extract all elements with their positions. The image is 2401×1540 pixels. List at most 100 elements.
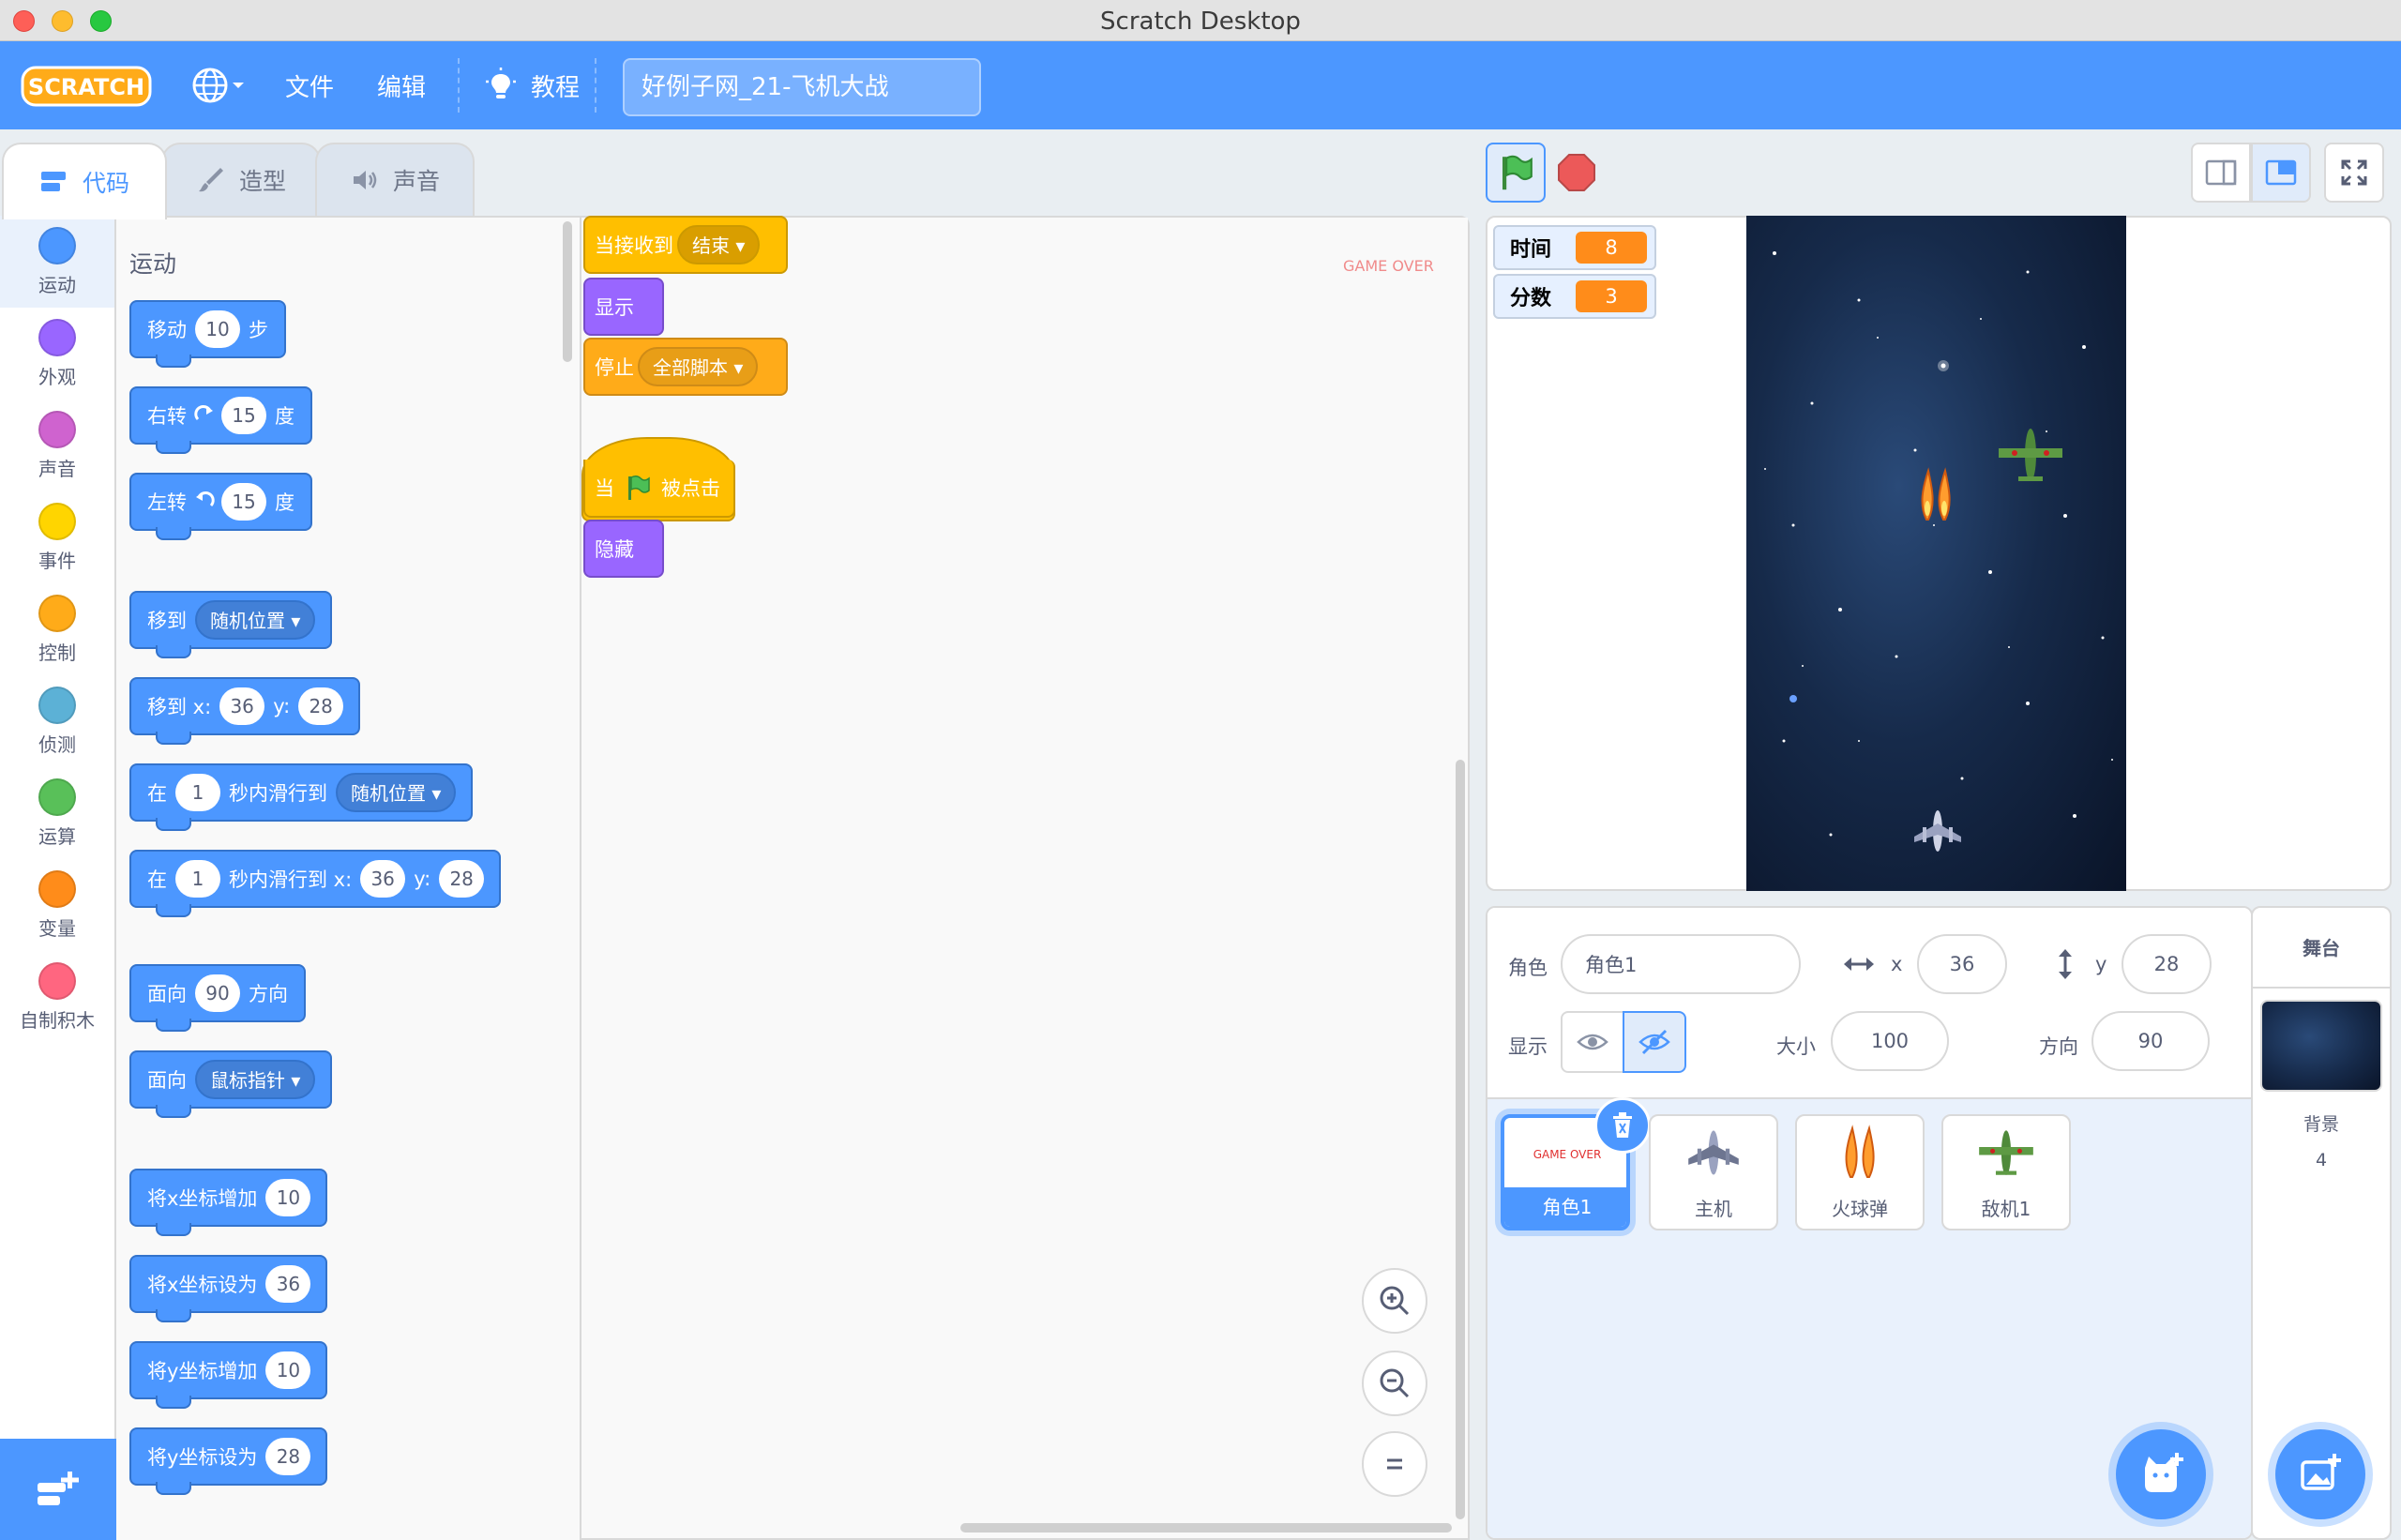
cat-add-icon — [2145, 1453, 2183, 1492]
change-x-input[interactable]: 10 — [265, 1179, 311, 1216]
block-text: 面向 — [147, 1069, 187, 1092]
x-input[interactable]: 36 — [1917, 934, 2007, 994]
green-flag-button[interactable] — [1486, 143, 1546, 203]
block-set-y[interactable]: 将y坐标设为 28 — [129, 1427, 328, 1495]
zoom-out-button[interactable] — [1362, 1351, 1427, 1416]
rotate-right-icon — [194, 405, 213, 421]
block-glide-to-xy[interactable]: 在 1 秒内滑行到 x: 36 y: 28 — [129, 850, 502, 917]
block-text: 将x坐标设为 — [147, 1274, 258, 1296]
category-my-blocks[interactable]: 自制积木 — [0, 951, 114, 1043]
glide-target-dropdown[interactable]: 随机位置 — [336, 773, 457, 812]
stop-button[interactable] — [1548, 143, 1606, 203]
category-sound[interactable]: 声音 — [0, 400, 114, 491]
size-input[interactable]: 100 — [1831, 1011, 1949, 1071]
script-when-flag-clicked[interactable]: 当 被点击 — [583, 460, 735, 518]
category-variables[interactable]: 变量 — [0, 859, 114, 951]
direction-input[interactable]: 90 — [195, 974, 240, 1012]
script-workspace[interactable] — [581, 218, 1468, 1538]
degrees-input[interactable]: 15 — [221, 397, 266, 434]
set-y-input[interactable]: 28 — [265, 1438, 311, 1475]
block-point-in-direction[interactable]: 面向 90 方向 — [129, 964, 306, 1032]
block-go-to[interactable]: 移到 随机位置 — [129, 591, 333, 658]
category-label: 外观 — [38, 366, 76, 388]
workspace-horizontal-scrollbar[interactable] — [960, 1523, 1452, 1532]
change-y-input[interactable]: 10 — [265, 1351, 311, 1389]
hide-sprite-button[interactable] — [1623, 1011, 1686, 1073]
script-show[interactable]: 显示 — [583, 278, 664, 336]
block-text: 步 — [249, 319, 268, 341]
script-when-i-receive[interactable]: 当接收到 结束 — [583, 216, 788, 274]
seconds-input[interactable]: 1 — [175, 774, 220, 811]
delete-sprite-button[interactable] — [1594, 1097, 1651, 1154]
tutorials-menu[interactable]: 教程 — [482, 41, 580, 129]
choose-sprite-button[interactable] — [2116, 1429, 2206, 1519]
block-turn-right[interactable]: 右转 15 度 — [129, 386, 312, 454]
block-move-steps[interactable]: 移动 10 步 — [129, 300, 286, 368]
small-stage-button[interactable] — [2191, 143, 2251, 203]
y-input[interactable]: 28 — [2122, 934, 2212, 994]
point-towards-dropdown[interactable]: 鼠标指针 — [195, 1060, 316, 1099]
tab-costumes-label: 造型 — [238, 168, 286, 195]
degrees-input[interactable]: 15 — [221, 483, 266, 521]
script-stop[interactable]: 停止 全部脚本 — [583, 338, 788, 396]
tab-costumes[interactable]: 造型 — [161, 143, 321, 216]
go-to-target-dropdown[interactable]: 随机位置 — [195, 600, 316, 640]
palette-scrollbar[interactable] — [563, 221, 572, 362]
message-dropdown[interactable]: 结束 — [677, 225, 761, 264]
stop-option-dropdown[interactable]: 全部脚本 — [638, 347, 759, 386]
backdrop-thumbnail[interactable] — [2260, 1000, 2382, 1092]
sprite-tile[interactable]: 主机 — [1649, 1114, 1778, 1230]
category-control[interactable]: 控制 — [0, 583, 114, 675]
category-sensing[interactable]: 侦测 — [0, 675, 114, 767]
script-hide[interactable]: 隐藏 — [583, 520, 664, 578]
block-text: 面向 — [147, 983, 187, 1005]
tab-sounds[interactable]: 声音 — [315, 143, 475, 216]
category-looks[interactable]: 外观 — [0, 308, 114, 400]
y-input[interactable]: 28 — [439, 860, 485, 898]
sprite-tile[interactable]: 火球弹 — [1795, 1114, 1925, 1230]
workspace-vertical-scrollbar[interactable] — [1456, 760, 1465, 1519]
block-glide-to[interactable]: 在 1 秒内滑行到 随机位置 — [129, 763, 474, 831]
x-input[interactable]: 36 — [219, 687, 265, 725]
block-text: 左转 — [147, 491, 187, 514]
sprite-name: 敌机1 — [1981, 1198, 2031, 1220]
block-change-x[interactable]: 将x坐标增加 10 — [129, 1169, 328, 1236]
language-menu[interactable] — [191, 41, 248, 129]
backdrop-label: 背景 — [2303, 1114, 2339, 1135]
category-motion[interactable]: 运动 — [0, 216, 114, 308]
show-sprite-button[interactable] — [1561, 1011, 1624, 1073]
monitor-time[interactable]: 时间 8 — [1493, 225, 1657, 270]
y-input[interactable]: 28 — [298, 687, 344, 725]
monitor-score[interactable]: 分数 3 — [1493, 274, 1657, 319]
seconds-input[interactable]: 1 — [175, 860, 220, 898]
scratch-logo[interactable]: SCRATCH — [21, 64, 152, 109]
block-turn-left[interactable]: 左转 15 度 — [129, 473, 312, 540]
zoom-reset-button[interactable] — [1362, 1431, 1427, 1497]
monitor-label: 时间 — [1510, 238, 1552, 262]
block-go-to-xy[interactable]: 移到 x: 36 y: 28 — [129, 677, 361, 745]
tab-code[interactable]: 代码 — [2, 143, 167, 219]
steps-input[interactable]: 10 — [195, 310, 240, 348]
block-point-towards[interactable]: 面向 鼠标指针 — [129, 1050, 333, 1118]
sprite-thumbnail — [1651, 1116, 1776, 1189]
direction-input[interactable]: 90 — [2091, 1011, 2210, 1071]
choose-backdrop-button[interactable] — [2275, 1429, 2365, 1519]
category-events[interactable]: 事件 — [0, 491, 114, 583]
fullscreen-button[interactable] — [2324, 143, 2384, 203]
zoom-in-button[interactable] — [1362, 1268, 1427, 1334]
edit-menu[interactable]: 编辑 — [377, 41, 426, 129]
block-change-y[interactable]: 将y坐标增加 10 — [129, 1341, 328, 1409]
category-operators[interactable]: 运算 — [0, 767, 114, 859]
block-text: 在 — [147, 868, 167, 891]
set-x-input[interactable]: 36 — [265, 1265, 311, 1303]
speaker-icon — [353, 171, 377, 189]
block-set-x[interactable]: 将x坐标设为 36 — [129, 1255, 328, 1322]
x-input[interactable]: 36 — [360, 860, 406, 898]
sprite-name-input[interactable]: 角色1 — [1561, 934, 1801, 994]
sprite-tile[interactable]: 敌机1 — [1941, 1114, 2071, 1230]
file-menu[interactable]: 文件 — [285, 41, 334, 129]
game-over-thumbnail-text: GAME OVER — [1533, 1148, 1602, 1161]
normal-stage-button[interactable] — [2251, 143, 2311, 203]
add-extension-button[interactable] — [0, 1439, 116, 1540]
project-title-input[interactable]: 好例子网_21-飞机大战 — [623, 58, 981, 116]
